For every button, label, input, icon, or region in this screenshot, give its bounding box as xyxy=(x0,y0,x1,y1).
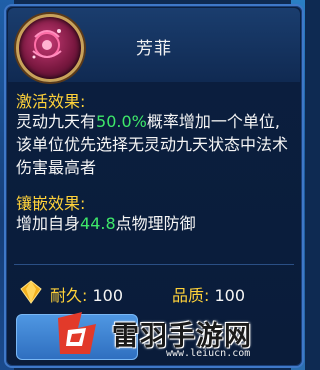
durability-value: 100 xyxy=(92,286,124,305)
activation-text-before: 灵动九天有 xyxy=(16,112,97,131)
durability-stat: 耐久: 100 xyxy=(50,282,123,306)
item-name: 芳菲 xyxy=(136,39,172,59)
inlay-effect-heading: 镶嵌效果: xyxy=(16,194,86,213)
quality-stat: 品质: 100 xyxy=(172,282,245,306)
durability-label: 耐久: xyxy=(50,286,88,305)
activation-effect-text: 灵动九天有50.0%概率增加一个单位,该单位优先选择无灵动九天状态中法术伤害最高… xyxy=(16,110,292,179)
tooltip-header: 芳菲 xyxy=(8,8,300,82)
activation-effect-heading: 激活效果: xyxy=(16,92,86,111)
activation-value: 50.0% xyxy=(96,112,147,131)
inlay-text-after: 点物理防御 xyxy=(115,214,196,233)
inlay-effect-text: 增加自身44.8点物理防御 xyxy=(16,212,292,235)
quality-value: 100 xyxy=(214,286,246,305)
quality-label: 品质: xyxy=(172,286,210,305)
inlay-text-before: 增加自身 xyxy=(16,214,81,233)
watermark-url: www.leiucn.com xyxy=(166,348,251,359)
watermark-logo-icon xyxy=(58,312,96,354)
diamond-icon xyxy=(20,280,42,304)
section-divider xyxy=(14,264,294,265)
inlay-value: 44.8 xyxy=(80,214,116,233)
